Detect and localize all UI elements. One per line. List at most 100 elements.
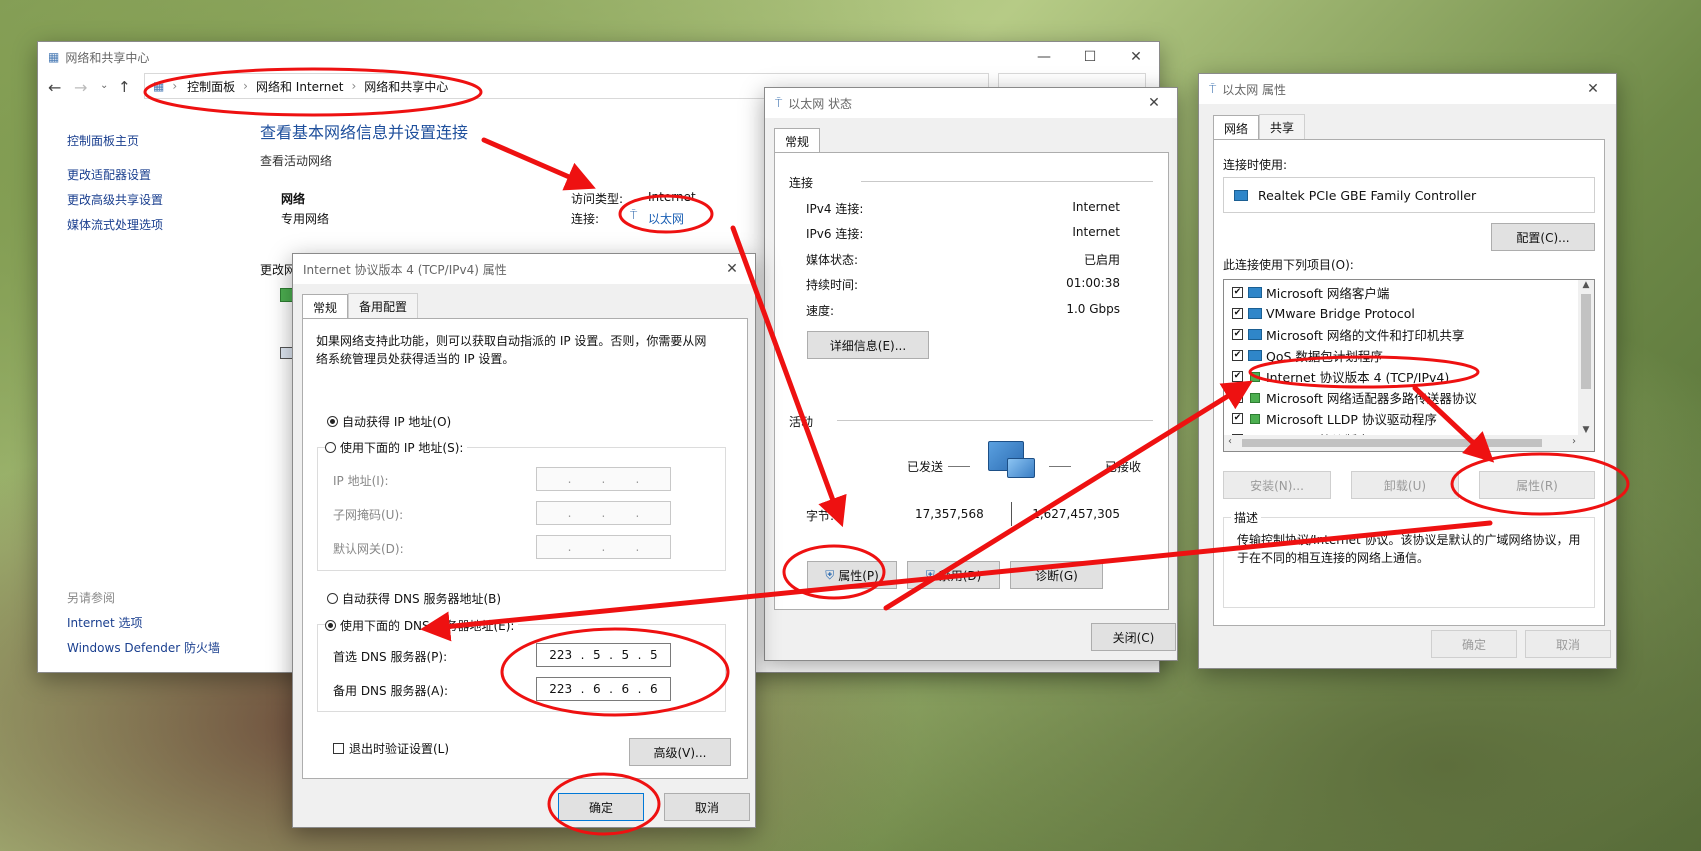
scroll-right-icon[interactable]: ›: [1572, 436, 1576, 447]
scroll-thumb[interactable]: [1581, 294, 1591, 389]
breadcrumb-sep-icon: ›: [351, 79, 357, 93]
auto-dns-radio[interactable]: 自动获得 DNS 服务器地址(B): [327, 590, 501, 607]
ipv6-value: Internet: [1072, 225, 1120, 239]
close-button[interactable]: 关闭(C): [1091, 623, 1176, 651]
vertical-scrollbar[interactable]: ▲ ▼: [1578, 280, 1594, 435]
sent-label: 已发送: [907, 460, 944, 474]
alternate-dns-field[interactable]: 223. 6. 6. 6: [536, 677, 671, 701]
properties-button[interactable]: ⛨ 属性(P): [807, 561, 897, 589]
disable-button[interactable]: ⛨ 禁用(D): [907, 561, 1000, 589]
ethernet-properties-window: ⍑ 以太网 属性 ✕ 网络 共享 连接时使用: Realtek PCIe GBE…: [1198, 73, 1617, 669]
tab-strip: 常规 备用配置: [302, 293, 419, 320]
items-list[interactable]: ✔ Microsoft 网络客户端 ✔ VMware Bridge Protocol…: [1223, 279, 1595, 452]
ip-address-field[interactable]: ...: [536, 467, 671, 491]
ip-address-label: IP 地址(I):: [333, 474, 389, 488]
install-button[interactable]: 安装(N)...: [1223, 471, 1331, 499]
tab-alternate-config[interactable]: 备用配置: [348, 293, 419, 319]
ok-button[interactable]: 确定: [1431, 630, 1517, 658]
back-icon[interactable]: ←: [48, 78, 61, 97]
list-item-ipv4[interactable]: ✔ Internet 协议版本 4 (TCP/IPv4): [1232, 366, 1572, 387]
subnet-mask-field[interactable]: ...: [536, 501, 671, 525]
window-title: 网络和共享中心: [65, 50, 150, 65]
manual-dns-radio[interactable]: 使用下面的 DNS 服务器地址(E):: [325, 617, 519, 634]
sidebar-item-adapter-settings[interactable]: 更改适配器设置: [67, 166, 151, 183]
alternate-dns-label: 备用 DNS 服务器(A):: [333, 684, 449, 698]
maximize-icon[interactable]: ☐: [1067, 42, 1113, 72]
validate-checkbox[interactable]: 退出时验证设置(L): [333, 740, 449, 757]
breadcrumb-sep-icon: ›: [243, 79, 248, 93]
tab-general[interactable]: 常规: [774, 128, 821, 154]
bytes-sent-value: 17,357,568: [915, 507, 984, 521]
tab-general[interactable]: 常规: [302, 294, 349, 320]
list-item[interactable]: ✔ QoS 数据包计划程序: [1232, 345, 1572, 366]
ok-button[interactable]: 确定: [558, 793, 644, 821]
checkbox[interactable]: [1232, 392, 1243, 403]
advanced-button[interactable]: 高级(V)...: [629, 738, 731, 766]
checkbox[interactable]: ✔: [1232, 371, 1243, 382]
ethernet-plug-icon: ⍑: [775, 95, 783, 110]
scroll-thumb[interactable]: [1242, 439, 1542, 447]
checkbox[interactable]: ✔: [1232, 329, 1243, 340]
configure-button[interactable]: 配置(C)...: [1491, 223, 1595, 251]
checkbox[interactable]: ✔: [1232, 350, 1243, 361]
connection-ethernet-link[interactable]: 以太网: [648, 210, 684, 227]
cancel-button[interactable]: 取消: [664, 793, 750, 821]
close-icon[interactable]: ✕: [1131, 88, 1177, 118]
minimize-icon[interactable]: —: [1021, 42, 1067, 72]
checkbox[interactable]: ✔: [1232, 308, 1243, 319]
subnet-mask-label: 子网掩码(U):: [333, 508, 404, 522]
bytes-divider: [1011, 502, 1012, 526]
adapter-box: Realtek PCIe GBE Family Controller: [1223, 177, 1595, 213]
close-icon[interactable]: ✕: [1113, 42, 1159, 72]
tab-sharing[interactable]: 共享: [1259, 114, 1306, 140]
recent-chevron-icon[interactable]: ⌄: [100, 80, 108, 91]
tab-network[interactable]: 网络: [1213, 115, 1260, 141]
title-bar: Internet 协议版本 4 (TCP/IPv4) 属性 ✕: [293, 254, 755, 284]
divider: [1049, 466, 1071, 467]
breadcrumb-network-internet[interactable]: 网络和 Internet: [256, 78, 343, 95]
see-also-defender-firewall[interactable]: Windows Defender 防火墙: [67, 639, 220, 656]
auto-dns-label: 自动获得 DNS 服务器地址(B): [342, 592, 502, 606]
duration-value: 01:00:38: [1066, 276, 1120, 290]
cancel-button[interactable]: 取消: [1525, 630, 1611, 658]
manual-ip-radio[interactable]: 使用下面的 IP 地址(S):: [325, 439, 468, 456]
list-item[interactable]: ✔ VMware Bridge Protocol: [1232, 303, 1572, 324]
item-properties-button[interactable]: 属性(R): [1479, 471, 1595, 499]
scroll-up-icon[interactable]: ▲: [1578, 280, 1594, 290]
diagnose-button[interactable]: 诊断(G): [1010, 561, 1103, 589]
gateway-field[interactable]: ...: [536, 535, 671, 559]
checkbox[interactable]: ✔: [1232, 287, 1243, 298]
close-icon[interactable]: ✕: [1570, 74, 1616, 104]
bytes-received-value: 1,627,457,305: [1032, 507, 1120, 521]
list-item-label: Microsoft 网络的文件和打印机共享: [1266, 328, 1465, 343]
forward-icon[interactable]: →: [74, 78, 87, 97]
speed-label: 速度:: [806, 304, 835, 318]
sidebar-item-advanced-sharing[interactable]: 更改高级共享设置: [67, 191, 163, 208]
access-type-value: Internet: [648, 190, 696, 204]
list-item[interactable]: ✔ Microsoft 网络的文件和打印机共享: [1232, 324, 1572, 345]
breadcrumb-network-center[interactable]: 网络和共享中心: [364, 78, 448, 95]
network-client-icon: [1248, 287, 1262, 298]
network-center-icon: ▦: [48, 50, 60, 64]
uninstall-button[interactable]: 卸载(U): [1351, 471, 1459, 499]
auto-ip-radio[interactable]: 自动获得 IP 地址(O): [327, 413, 451, 430]
manual-ip-label: 使用下面的 IP 地址(S):: [340, 441, 464, 455]
list-item[interactable]: ✔ Microsoft LLDP 协议驱动程序: [1232, 408, 1572, 429]
horizontal-scrollbar[interactable]: ‹ ›: [1224, 435, 1594, 451]
details-button[interactable]: 详细信息(E)...: [807, 331, 929, 359]
checkbox[interactable]: ✔: [1232, 413, 1243, 424]
list-item[interactable]: ✔ Microsoft 网络客户端: [1232, 282, 1572, 303]
preferred-dns-field[interactable]: 223. 5. 5. 5: [536, 643, 671, 667]
items-label: 此连接使用下列项目(O):: [1223, 258, 1354, 272]
ethernet-plug-icon: ⍑: [1209, 81, 1217, 96]
breadcrumb-control-panel[interactable]: 控制面板: [187, 78, 235, 95]
sidebar-home-link[interactable]: 控制面板主页: [67, 132, 139, 149]
divider: [837, 420, 1153, 421]
close-icon[interactable]: ✕: [709, 254, 755, 284]
scroll-down-icon[interactable]: ▼: [1578, 425, 1594, 435]
up-icon[interactable]: ↑: [118, 78, 131, 96]
sidebar-item-media-streaming[interactable]: 媒体流式处理选项: [67, 216, 163, 233]
list-item[interactable]: Microsoft 网络适配器多路传送器协议: [1232, 387, 1572, 408]
scroll-left-icon[interactable]: ‹: [1228, 436, 1232, 447]
see-also-internet-options[interactable]: Internet 选项: [67, 614, 142, 631]
